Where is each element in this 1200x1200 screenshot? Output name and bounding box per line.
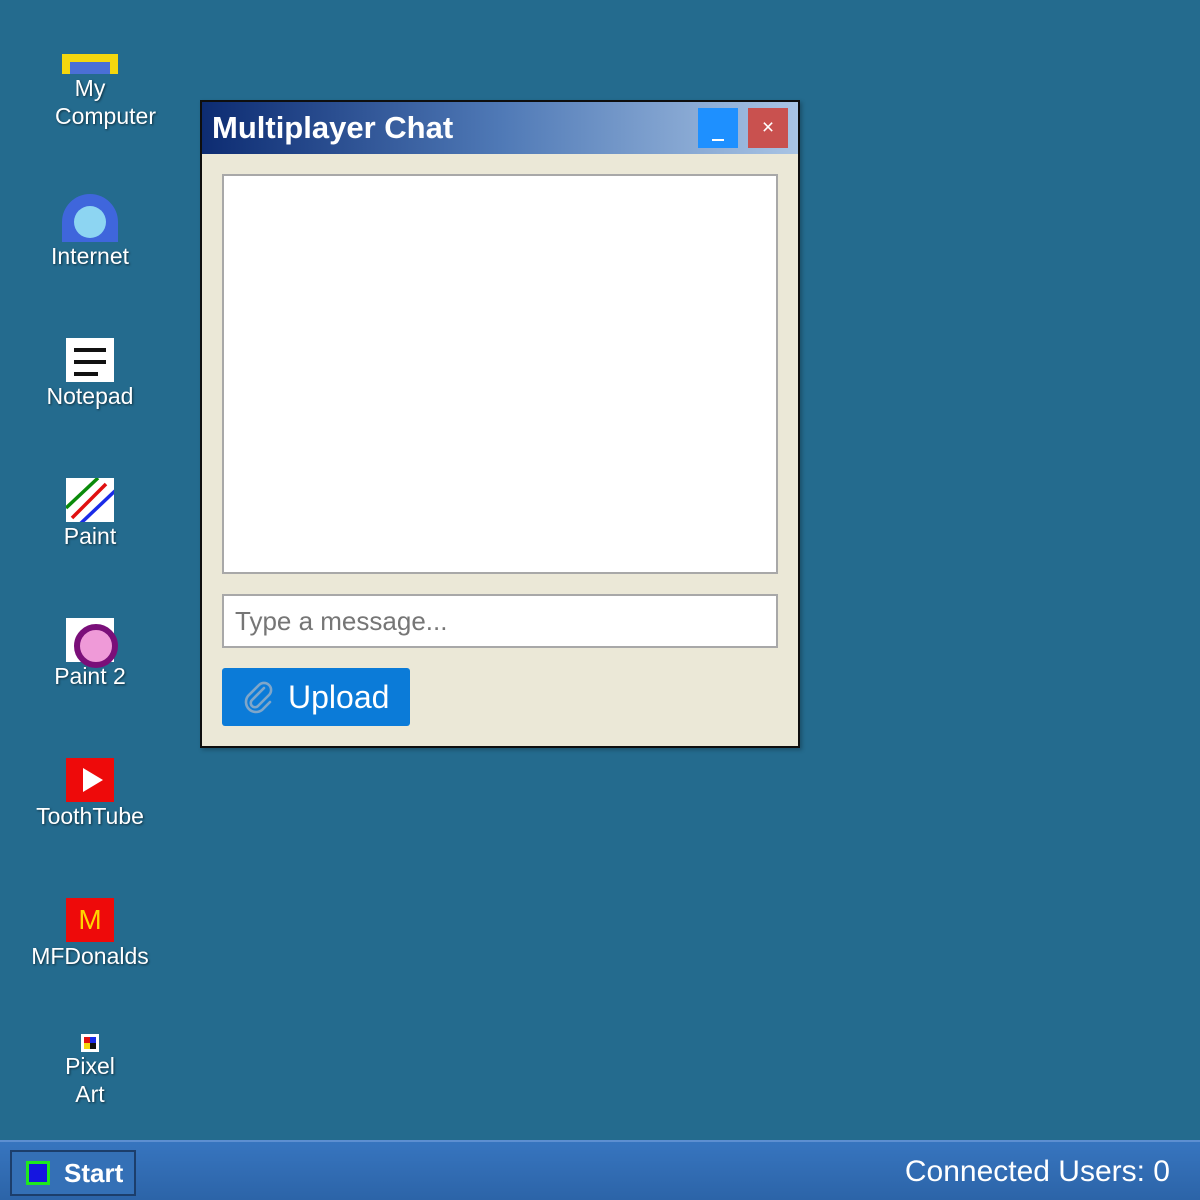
desktop-icon-paint[interactable]: Paint: [20, 478, 160, 550]
taskbar: Start Connected Users: 0: [0, 1140, 1200, 1200]
desktop: My Computer Internet Notepad Paint Paint…: [0, 0, 1200, 1140]
desktop-icon-label: ToothTube: [36, 803, 144, 829]
minimize-button[interactable]: [698, 108, 738, 148]
desktop-icon-label: Paint: [63, 523, 117, 549]
desktop-icon-label: MFDonalds: [31, 943, 149, 969]
start-button[interactable]: Start: [10, 1150, 136, 1196]
desktop-icon-mfdonalds[interactable]: M MFDonalds: [20, 898, 160, 970]
paperclip-icon: [244, 681, 273, 714]
title-bar[interactable]: Multiplayer Chat ×: [202, 102, 798, 154]
desktop-icon-paint-2[interactable]: Paint 2: [20, 618, 160, 690]
desktop-icon-toothtube[interactable]: ToothTube: [20, 758, 160, 830]
computer-icon: [62, 54, 118, 74]
chat-window: Multiplayer Chat × Upload: [200, 100, 800, 748]
message-input[interactable]: [222, 594, 778, 648]
paint2-icon: [66, 618, 118, 668]
desktop-icon-label: My Computer: [55, 75, 156, 129]
notepad-icon: [66, 338, 114, 382]
desktop-icon-internet[interactable]: Internet: [20, 194, 160, 270]
desktop-icon-label: Notepad: [46, 383, 134, 409]
connected-users-status: Connected Users: 0: [904, 1155, 1170, 1188]
window-title: Multiplayer Chat: [212, 110, 454, 145]
desktop-icon-pixel-art[interactable]: Pixel Art: [20, 1034, 160, 1108]
desktop-icon-label: Internet: [51, 243, 129, 269]
start-icon: [26, 1161, 50, 1185]
start-label: Start: [64, 1157, 124, 1188]
upload-label: Upload: [288, 678, 390, 715]
close-button[interactable]: ×: [748, 108, 788, 148]
play-icon: [66, 758, 114, 802]
desktop-icon-notepad[interactable]: Notepad: [20, 338, 160, 410]
desktop-icon-label: Pixel Art: [65, 1053, 115, 1107]
globe-icon: [62, 194, 118, 242]
desktop-icon-my-computer[interactable]: My Computer: [20, 54, 160, 130]
upload-button[interactable]: Upload: [222, 668, 410, 726]
mfdonalds-icon: M: [66, 898, 114, 942]
message-list[interactable]: [222, 174, 778, 574]
pixel-art-icon: [81, 1034, 99, 1052]
paint-icon: [66, 478, 114, 522]
